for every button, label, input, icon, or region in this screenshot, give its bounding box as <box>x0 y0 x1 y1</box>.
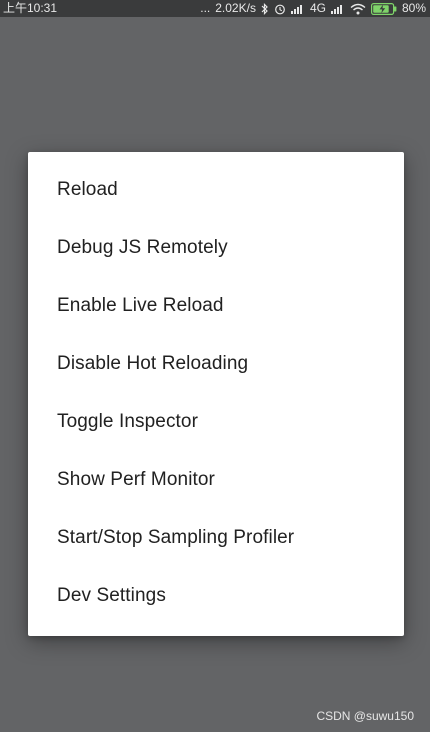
menu-item-show-perf-monitor[interactable]: Show Perf Monitor <box>28 451 404 509</box>
menu-item-label: Debug JS Remotely <box>57 237 228 258</box>
watermark: CSDN @suwu150 <box>316 709 414 723</box>
status-dots: ... <box>200 1 211 15</box>
battery-charging-icon <box>370 0 397 17</box>
bluetooth-icon <box>261 0 269 17</box>
dev-menu-dialog: Reload Debug JS Remotely Enable Live Rel… <box>28 152 404 636</box>
wifi-icon <box>350 0 366 17</box>
menu-item-toggle-inspector[interactable]: Toggle Inspector <box>28 393 404 451</box>
menu-item-label: Toggle Inspector <box>57 411 199 432</box>
status-icons: ... 2.02K/s 4G 80% <box>200 0 426 17</box>
menu-item-enable-live-reload[interactable]: Enable Live Reload <box>28 277 404 335</box>
status-time: 上午10:31 <box>3 1 58 15</box>
network-type: 4G <box>309 1 326 15</box>
status-bar: 上午10:31 ... 2.02K/s 4G 80% <box>0 0 430 17</box>
menu-item-reload[interactable]: Reload <box>28 161 404 219</box>
menu-item-disable-hot-reloading[interactable]: Disable Hot Reloading <box>28 335 404 393</box>
menu-item-sampling-profiler[interactable]: Start/Stop Sampling Profiler <box>28 509 404 567</box>
signal-icon <box>330 0 345 17</box>
menu-item-label: Dev Settings <box>57 585 166 606</box>
menu-item-label: Start/Stop Sampling Profiler <box>57 527 295 548</box>
menu-item-dev-settings[interactable]: Dev Settings <box>28 567 404 625</box>
signal-icon <box>290 0 305 17</box>
menu-item-debug-js-remotely[interactable]: Debug JS Remotely <box>28 219 404 277</box>
network-speed: 2.02K/s <box>215 1 256 15</box>
menu-item-label: Enable Live Reload <box>57 295 224 316</box>
menu-item-label: Reload <box>57 179 118 200</box>
battery-percent: 80% <box>401 1 426 15</box>
menu-item-label: Show Perf Monitor <box>57 469 215 490</box>
alarm-icon <box>274 0 286 17</box>
menu-item-label: Disable Hot Reloading <box>57 353 249 374</box>
